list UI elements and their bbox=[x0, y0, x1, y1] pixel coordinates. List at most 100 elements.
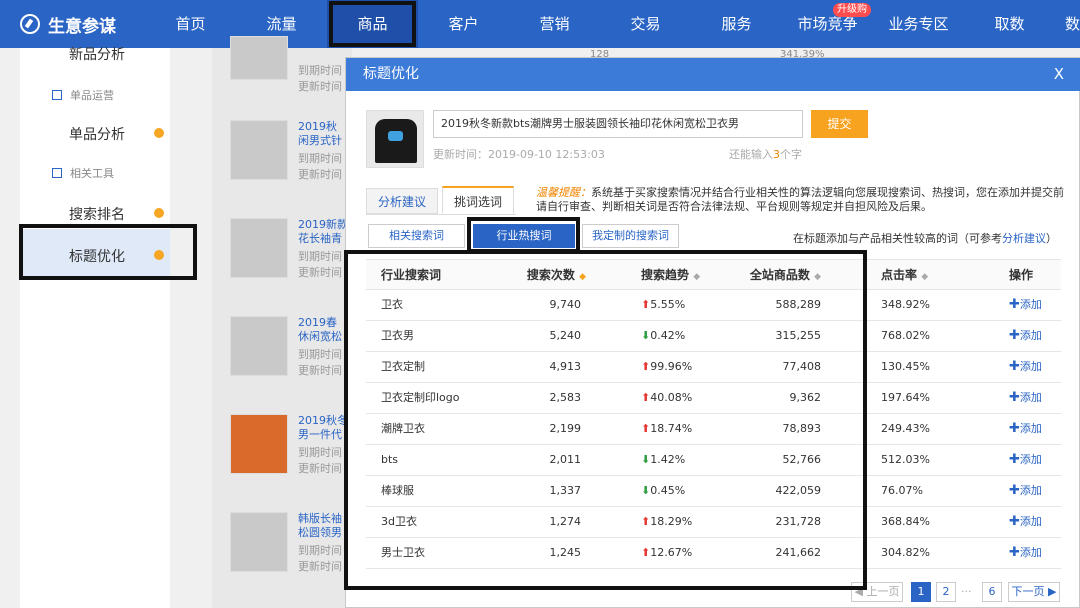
product-thumb bbox=[230, 218, 288, 278]
nav-trade[interactable]: 交易 bbox=[600, 0, 691, 48]
product-title[interactable]: 2019秋 bbox=[298, 120, 352, 134]
close-icon[interactable]: X bbox=[1054, 58, 1064, 91]
nav-market-label: 市场竞争 bbox=[797, 15, 858, 33]
add-label: 添加 bbox=[1019, 515, 1042, 528]
plus-icon: ✚ bbox=[1009, 328, 1020, 343]
update-time: 更新时间：2019-09-10 12:53:03 bbox=[433, 148, 605, 161]
col-action: 操作 bbox=[1009, 268, 1034, 282]
add-button[interactable]: ✚添加 bbox=[1009, 507, 1042, 537]
add-button[interactable]: ✚添加 bbox=[1009, 414, 1042, 444]
tip-label: 温馨提醒： bbox=[536, 186, 591, 199]
nav-data[interactable]: 取数 bbox=[964, 0, 1055, 48]
page-6[interactable]: 6 bbox=[982, 582, 1002, 602]
row-ctr: 368.84% bbox=[881, 515, 930, 528]
sidebar-item-new-product[interactable]: 新品分析 bbox=[20, 48, 170, 64]
add-button[interactable]: ✚添加 bbox=[1009, 476, 1042, 506]
analysis-link[interactable]: 分析建议 bbox=[1002, 232, 1046, 245]
nav-customer[interactable]: 客户 bbox=[418, 0, 509, 48]
page-ellipsis: ... bbox=[961, 582, 972, 595]
compass-icon bbox=[20, 14, 40, 34]
product-title-2[interactable]: 花长袖青 bbox=[298, 232, 352, 246]
plus-icon: ✚ bbox=[1009, 421, 1020, 436]
plus-icon: ✚ bbox=[1009, 545, 1020, 560]
list-item[interactable]: 2019秋 闲男式针 到期时间 更新时间 bbox=[212, 108, 352, 198]
remaining-suffix: 个字 bbox=[780, 148, 802, 161]
list-item[interactable]: 到期时间 更新时间 bbox=[212, 8, 352, 98]
modal-header: 标题优化 X bbox=[346, 58, 1080, 91]
sidebar-group-label: 单品运营 bbox=[70, 89, 114, 102]
add-button[interactable]: ✚添加 bbox=[1009, 321, 1042, 351]
nav-marketing[interactable]: 营销 bbox=[509, 0, 600, 48]
update-label: 更新时间 bbox=[298, 168, 342, 181]
prev-label: 上一页 bbox=[866, 585, 900, 598]
plus-icon: ✚ bbox=[1009, 390, 1020, 405]
row-ctr: 130.45% bbox=[881, 360, 930, 373]
add-button[interactable]: ✚添加 bbox=[1009, 383, 1042, 413]
sidebar-item-single-analysis[interactable]: 单品分析 bbox=[20, 124, 170, 144]
sweatshirt-icon bbox=[375, 119, 417, 163]
highlight-box-sidebar bbox=[19, 224, 197, 280]
product-title[interactable]: 2019新款 bbox=[298, 218, 352, 232]
building-icon bbox=[52, 90, 62, 100]
note-prefix: 在标题添加与产品相关性较高的词（可参考 bbox=[793, 232, 1002, 245]
tab-analysis[interactable]: 分析建议 bbox=[366, 188, 438, 214]
product-thumb bbox=[230, 414, 288, 474]
add-button[interactable]: ✚添加 bbox=[1009, 290, 1042, 320]
submit-button[interactable]: 提交 bbox=[811, 110, 868, 138]
expire-label: 到期时间 bbox=[298, 152, 342, 165]
add-label: 添加 bbox=[1019, 391, 1042, 404]
plus-icon: ✚ bbox=[1009, 452, 1020, 467]
plus-icon: ✚ bbox=[1009, 483, 1020, 498]
note-suffix: ） bbox=[1046, 232, 1057, 245]
nav-business[interactable]: 业务专区 bbox=[873, 0, 964, 48]
sort-icon: ◆ bbox=[921, 272, 929, 282]
remaining-prefix: 还能输入 bbox=[729, 148, 773, 161]
list-item[interactable]: 2019秋冬 男一件代 到期时间 更新时间 bbox=[212, 402, 352, 492]
brand-name: 生意参谋 bbox=[48, 16, 116, 37]
brand[interactable]: 生意参谋 bbox=[0, 12, 140, 37]
top-nav: 生意参谋 首页 流量 商品 客户 营销 交易 服务 市场竞争 升级购 业务专区 … bbox=[0, 0, 1080, 48]
subtab-related[interactable]: 相关搜索词 bbox=[368, 224, 465, 248]
add-label: 添加 bbox=[1019, 329, 1042, 342]
product-thumb bbox=[230, 120, 288, 180]
sidebar-item-search-rank[interactable]: 搜索排名 bbox=[20, 204, 170, 224]
sidebar-item-label: 搜索排名 bbox=[69, 207, 125, 223]
subtab-custom[interactable]: 我定制的搜索词 bbox=[582, 224, 679, 248]
add-button[interactable]: ✚添加 bbox=[1009, 352, 1042, 382]
highlight-box-table bbox=[344, 250, 867, 590]
list-item[interactable]: 韩版长袖 松圆领男 到期时间 更新时间 bbox=[212, 500, 352, 590]
nav-service[interactable]: 服务 bbox=[691, 0, 782, 48]
list-item[interactable]: 2019新款 花长袖青 到期时间 更新时间 bbox=[212, 206, 352, 296]
product-title-2[interactable]: 闲男式针 bbox=[298, 134, 352, 148]
page-1[interactable]: 1 bbox=[911, 582, 931, 602]
nav-more[interactable]: 数 bbox=[1055, 0, 1080, 48]
highlight-box-subtab bbox=[467, 217, 580, 253]
sidebar-item-label: 单品分析 bbox=[69, 127, 125, 143]
product-thumb bbox=[230, 36, 288, 80]
add-label: 添加 bbox=[1019, 546, 1042, 559]
sidebar-group-label: 相关工具 bbox=[70, 167, 114, 180]
sidebar-group-tools: 相关工具 bbox=[20, 166, 170, 182]
add-button[interactable]: ✚添加 bbox=[1009, 445, 1042, 475]
row-ctr: 197.64% bbox=[881, 391, 930, 404]
add-button[interactable]: ✚添加 bbox=[1009, 538, 1042, 568]
title-input[interactable]: 2019秋冬新款bts潮牌男士服装圆领长袖印花休闲宽松卫衣男 bbox=[433, 110, 803, 138]
tab-pick-words[interactable]: 挑词选词 bbox=[442, 186, 514, 214]
next-page-button[interactable]: 下一页 ▶ bbox=[1008, 582, 1060, 602]
nav-market[interactable]: 市场竞争 升级购 bbox=[782, 0, 873, 48]
plus-icon: ✚ bbox=[1009, 359, 1020, 374]
status-dot bbox=[154, 208, 164, 218]
add-label: 添加 bbox=[1019, 360, 1042, 373]
building-icon bbox=[52, 168, 62, 178]
add-label: 添加 bbox=[1019, 422, 1042, 435]
next-label: 下一页 bbox=[1011, 585, 1045, 598]
add-label: 添加 bbox=[1019, 453, 1042, 466]
page-2[interactable]: 2 bbox=[936, 582, 956, 602]
col-ctr[interactable]: 点击率 ◆ bbox=[881, 260, 928, 292]
row-ctr: 76.07% bbox=[881, 484, 923, 497]
update-label: 更新时间 bbox=[298, 80, 342, 93]
sidebar: 新品分析 单品运营 单品分析 相关工具 搜索排名 标题优化 bbox=[20, 48, 170, 608]
row-ctr: 249.43% bbox=[881, 422, 930, 435]
remaining-count: 3 bbox=[773, 148, 780, 161]
list-item[interactable]: 2019春 休闲宽松 到期时间 更新时间 bbox=[212, 304, 352, 394]
